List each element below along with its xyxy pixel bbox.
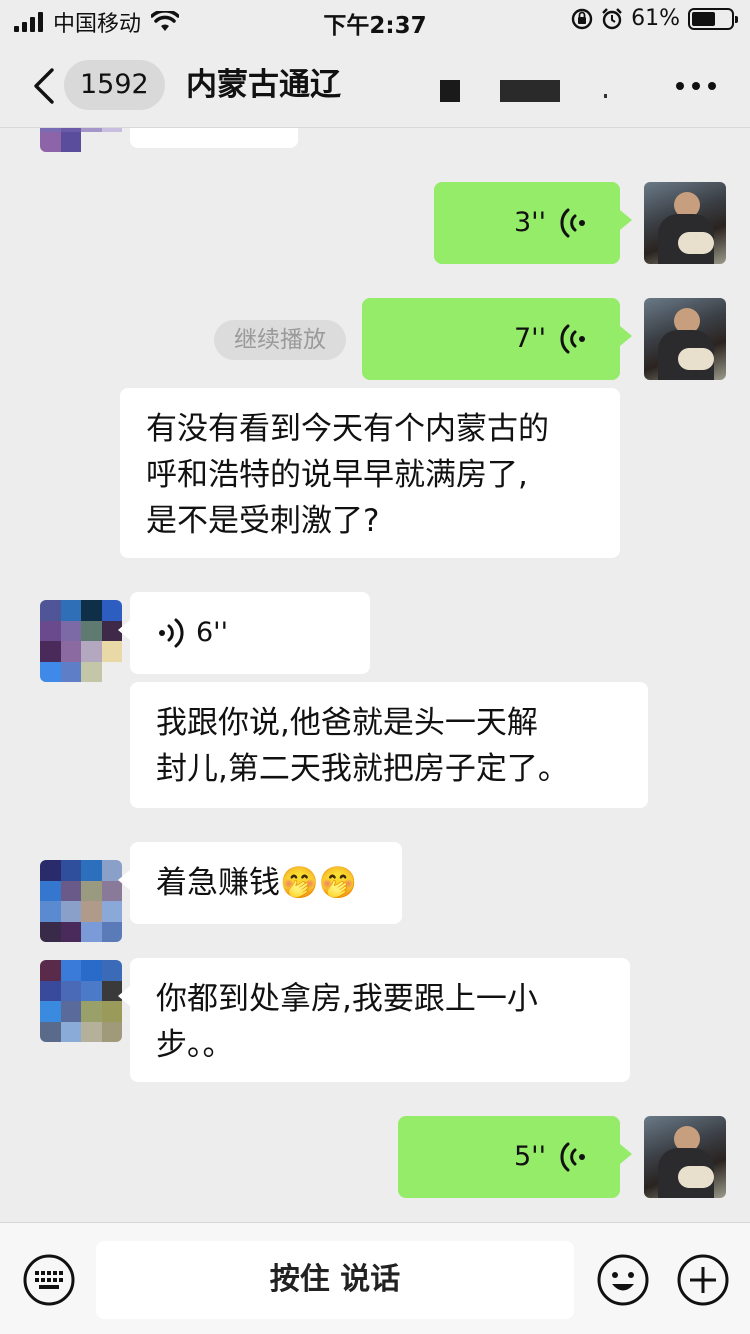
battery-percent: 61% <box>631 6 680 31</box>
continue-play-button[interactable]: 继续播放 <box>214 320 346 360</box>
message-text: 你都到处拿房,我要跟上一小 步。。 <box>156 981 538 1063</box>
voice-message-incoming[interactable]: 6'' <box>118 592 370 674</box>
message-bubble-incoming[interactable]: 着急赚钱🤭🤭 <box>118 842 402 924</box>
voice-duration: 3'' <box>513 207 546 238</box>
avatar-mosaic <box>40 128 122 152</box>
voice-wave-icon <box>560 324 585 354</box>
status-bar: 中国移动 下午2:37 61% <box>0 0 750 40</box>
message-text: 着急赚钱🤭🤭 <box>156 865 358 901</box>
avatar-mosaic <box>40 960 122 1042</box>
message-bubble-incoming[interactable]: 你都到处拿房,我要跟上一小 步。。 <box>118 958 630 1082</box>
voice-duration: 5'' <box>513 1141 546 1172</box>
voice-message-outgoing[interactable]: 5'' <box>398 1116 632 1198</box>
message-bubble-incoming[interactable]: 有没有看到今天有个内蒙古的 呼和浩特的说早早就满房了, 是不是受刺激了? <box>120 388 620 558</box>
message-text: 我跟你说,他爸就是头一天解 封儿,第二天我就把房子定了。 <box>156 705 569 787</box>
plus-icon[interactable] <box>676 1253 730 1307</box>
voice-wave-icon <box>560 1142 585 1172</box>
chat-area[interactable]: 3'' 继续播放 7'' 有没有看到今天有个内蒙古的 呼和浩特的说早早就满房了,… <box>0 128 750 1220</box>
avatar-mosaic <box>40 600 122 682</box>
input-bar: 按住 说话 <box>0 1222 750 1334</box>
redacted-block <box>440 80 460 102</box>
more-dots-icon[interactable] <box>676 82 716 90</box>
voice-message-outgoing[interactable]: 7'' <box>362 298 632 380</box>
avatar-self[interactable] <box>644 298 726 380</box>
avatar-self[interactable] <box>644 1116 726 1198</box>
message-text: 有没有看到今天有个内蒙古的 呼和浩特的说早早就满房了, 是不是受刺激了? <box>146 411 549 539</box>
voice-message-outgoing[interactable]: 3'' <box>434 182 632 264</box>
avatar[interactable] <box>40 600 122 682</box>
voice-wave-icon <box>560 208 585 238</box>
emoji-icon[interactable] <box>596 1253 650 1307</box>
unread-count-badge[interactable]: 1592 <box>64 60 165 110</box>
hold-to-talk-button[interactable]: 按住 说话 <box>96 1241 574 1319</box>
avatar[interactable] <box>40 128 122 152</box>
chat-title: 内蒙古通辽 <box>186 67 341 103</box>
message-bubble-incoming[interactable] <box>130 128 298 148</box>
avatar[interactable] <box>40 860 122 942</box>
keyboard-icon[interactable] <box>22 1253 76 1307</box>
nav-bar: 1592 内蒙古通辽 <box>0 44 750 128</box>
redacted-block <box>500 80 560 102</box>
battery-fill <box>692 11 716 26</box>
rotation-lock-icon <box>571 8 593 29</box>
avatar[interactable] <box>40 960 122 1042</box>
alarm-icon <box>602 7 622 29</box>
voice-wave-icon <box>159 618 184 648</box>
avatar-mosaic <box>40 860 122 942</box>
battery-icon <box>688 7 738 30</box>
voice-duration: 7'' <box>513 323 546 354</box>
avatar-self[interactable] <box>644 182 726 264</box>
chevron-left-icon[interactable] <box>30 66 58 106</box>
voice-duration: 6'' <box>196 617 229 648</box>
message-bubble-incoming[interactable]: 我跟你说,他爸就是头一天解 封儿,第二天我就把房子定了。 <box>130 682 648 808</box>
status-right: 61% <box>571 6 738 31</box>
redacted-block <box>604 94 607 98</box>
